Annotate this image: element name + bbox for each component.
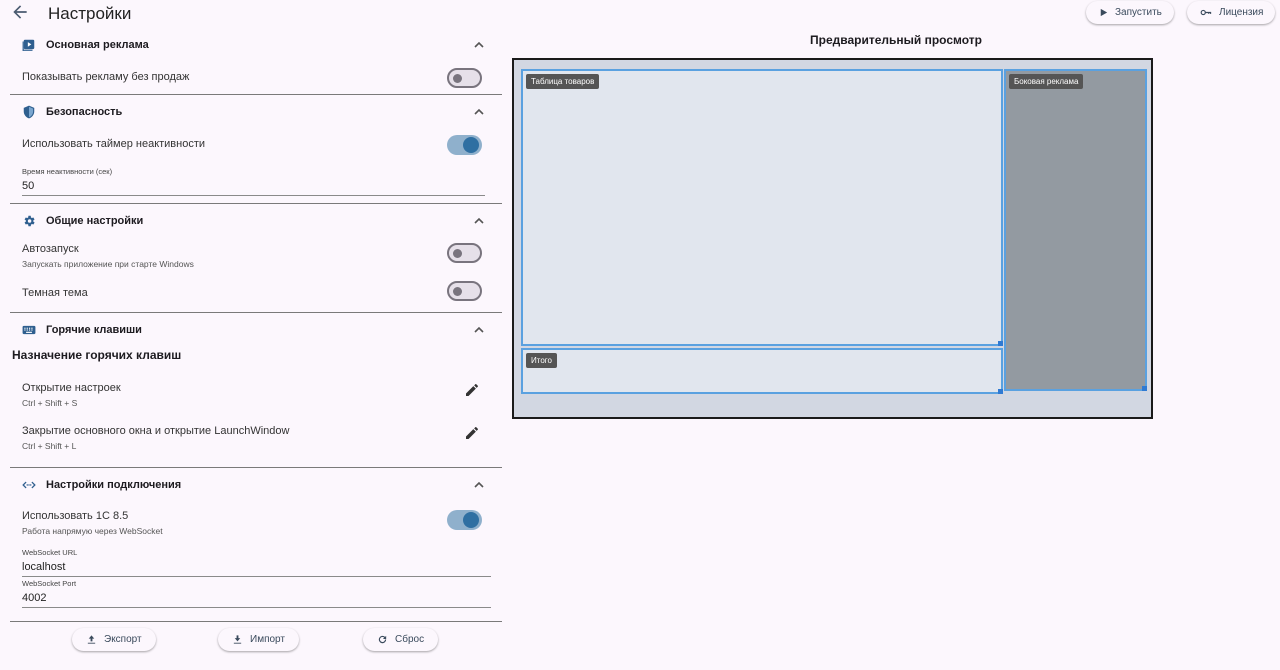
run-button-label: Запустить xyxy=(1115,7,1162,18)
hotkey-keys: Ctrl + Shift + S xyxy=(22,398,78,408)
websocket-port-input[interactable]: 4002 xyxy=(22,592,491,608)
resize-handle[interactable] xyxy=(998,341,1003,346)
download-icon xyxy=(233,635,242,644)
pencil-icon[interactable] xyxy=(464,382,480,398)
websocket-port-label: WebSocket Port xyxy=(22,579,77,588)
setting-label-inactivity-timer: Использовать таймер неактивности xyxy=(22,138,206,150)
use-1c-toggle[interactable] xyxy=(447,510,482,530)
reset-button-label: Сброс xyxy=(395,634,425,645)
setting-label-autostart: Автозапуск xyxy=(22,243,79,255)
websocket-url-input[interactable]: localhost xyxy=(22,561,491,577)
shield-icon xyxy=(22,105,36,119)
page-title: Настройки xyxy=(48,4,132,23)
hotkey-label: Открытие настроек xyxy=(22,382,121,394)
code-arrows-icon xyxy=(22,478,36,492)
chevron-up-icon xyxy=(474,217,484,224)
license-button[interactable]: Лицензия xyxy=(1187,1,1276,24)
import-button[interactable]: Импорт xyxy=(218,628,299,651)
export-button-label: Экспорт xyxy=(104,634,142,645)
inactivity-timer-toggle[interactable] xyxy=(447,135,482,155)
section-title-general: Общие настройки xyxy=(46,215,144,227)
import-button-label: Импорт xyxy=(250,634,285,645)
zone-label-total: Итого xyxy=(526,353,557,368)
setting-label-show-ads: Показывать рекламу без продаж xyxy=(22,71,190,83)
chevron-up-icon xyxy=(474,41,484,48)
top-app-bar: Настройки Запустить Лицензия xyxy=(0,0,1280,28)
setting-row-dark-theme: Темная тема xyxy=(10,280,502,312)
pencil-icon[interactable] xyxy=(464,425,480,441)
license-button-label: Лицензия xyxy=(1219,7,1264,18)
inactivity-time-input[interactable]: 50 xyxy=(22,180,485,196)
zone-label-side-ads: Боковая реклама xyxy=(1009,74,1084,89)
chevron-up-icon xyxy=(474,326,484,333)
upload-icon xyxy=(87,635,96,644)
setting-row-inactivity-timer: Использовать таймер неактивности xyxy=(10,129,502,161)
back-arrow-icon[interactable] xyxy=(10,2,30,22)
autostart-toggle[interactable] xyxy=(447,243,482,263)
section-header-connection[interactable]: Настройки подключения xyxy=(10,468,502,502)
hotkey-label: Закрытие основного окна и открытие Launc… xyxy=(22,425,290,437)
hotkey-row: Закрытие основного окна и открытие Launc… xyxy=(10,425,502,467)
setting-label-dark-theme: Темная тема xyxy=(22,287,88,299)
section-title-connection: Настройки подключения xyxy=(46,479,182,491)
setting-sublabel-autostart: Запускать приложение при старте Windows xyxy=(22,259,194,269)
websocket-url-field[interactable]: WebSocket URL localhost xyxy=(10,546,491,579)
key-icon xyxy=(1200,9,1212,16)
settings-panel: Основная реклама Показывать рекламу без … xyxy=(10,28,502,622)
hotkeys-heading: Назначение горячих клавиш xyxy=(12,348,182,362)
preview-zone-total[interactable]: Итого xyxy=(521,348,1003,394)
section-header-general[interactable]: Общие настройки xyxy=(10,204,502,238)
show-ads-toggle[interactable] xyxy=(447,68,482,88)
section-title-security: Безопасность xyxy=(46,106,123,118)
refresh-icon xyxy=(378,635,387,644)
hotkey-keys: Ctrl + Shift + L xyxy=(22,441,77,451)
setting-sublabel-use-1c: Работа напрямую через WebSocket xyxy=(22,526,163,536)
divider xyxy=(10,621,502,622)
keyboard-icon xyxy=(22,323,36,337)
section-header-security[interactable]: Безопасность xyxy=(10,95,502,129)
hotkey-row: Открытие настроек Ctrl + Shift + S xyxy=(10,382,502,425)
zone-label-products-table: Таблица товаров xyxy=(526,74,600,89)
setting-label-use-1c: Использовать 1С 8.5 xyxy=(22,510,129,522)
setting-row-autostart: Автозапуск Запускать приложение при стар… xyxy=(10,238,502,280)
export-button[interactable]: Экспорт xyxy=(72,628,156,651)
setting-row-use-1c: Использовать 1С 8.5 Работа напрямую чере… xyxy=(10,502,502,546)
setting-row-show-ads: Показывать рекламу без продаж xyxy=(10,62,502,94)
reset-button[interactable]: Сброс xyxy=(363,628,439,651)
layout-preview: Таблица товаров Боковая реклама Итого xyxy=(512,58,1153,419)
section-header-hotkeys[interactable]: Горячие клавиши xyxy=(10,313,502,346)
inactivity-time-label: Время неактивности (сек) xyxy=(22,167,113,176)
websocket-url-label: WebSocket URL xyxy=(22,548,78,557)
video-library-icon xyxy=(22,38,36,52)
chevron-up-icon xyxy=(474,481,484,488)
chevron-up-icon xyxy=(474,108,484,115)
websocket-port-field[interactable]: WebSocket Port 4002 xyxy=(10,579,491,621)
preview-zone-side-ads[interactable]: Боковая реклама xyxy=(1004,69,1147,391)
preview-title: Предварительный просмотр xyxy=(810,33,982,47)
gear-icon xyxy=(22,214,36,228)
section-header-ads[interactable]: Основная реклама xyxy=(10,28,502,62)
resize-handle[interactable] xyxy=(998,389,1003,394)
play-icon xyxy=(1100,8,1108,17)
inactivity-time-field[interactable]: Время неактивности (сек) 50 xyxy=(10,161,485,203)
section-title-ads: Основная реклама xyxy=(46,39,149,51)
preview-zone-products-table[interactable]: Таблица товаров xyxy=(521,69,1003,346)
dark-theme-toggle[interactable] xyxy=(447,281,482,301)
run-button[interactable]: Запустить xyxy=(1086,1,1174,24)
section-title-hotkeys: Горячие клавиши xyxy=(46,323,142,336)
resize-handle[interactable] xyxy=(1142,386,1147,391)
